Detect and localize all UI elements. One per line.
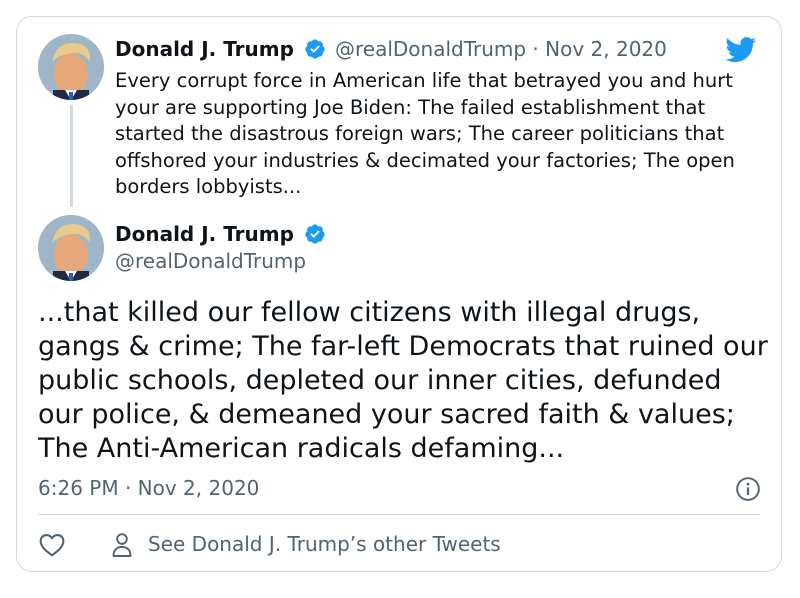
author-name[interactable]: Donald J. Trump (115, 222, 294, 246)
avatar[interactable] (38, 215, 104, 281)
verified-badge-icon (305, 224, 325, 244)
author-name[interactable]: Donald J. Trump (115, 37, 294, 61)
handle[interactable]: @realDonaldTrump (115, 249, 306, 273)
tweet-text: ...that killed our fellow citizens with … (38, 297, 768, 464)
info-icon[interactable] (735, 476, 761, 502)
parent-tweet-text: Every corrupt force in American life tha… (115, 69, 735, 198)
handle-and-date[interactable]: @realDonaldTrump · Nov 2, 2020 (335, 37, 667, 61)
avatar[interactable] (38, 34, 104, 100)
twitter-bird-icon[interactable] (725, 37, 757, 63)
verified-badge-icon (305, 39, 325, 59)
tweet-timestamp[interactable]: 6:26 PM · Nov 2, 2020 (38, 476, 259, 500)
see-other-tweets-link[interactable]: See Donald J. Trump’s other Tweets (148, 532, 501, 556)
embedded-tweet-card: Donald J. Trump @realDonaldTrump · Nov 2… (16, 16, 782, 572)
heart-icon[interactable] (39, 533, 65, 557)
divider (38, 514, 760, 515)
person-icon[interactable] (111, 532, 133, 558)
thread-connector-line (70, 105, 73, 207)
